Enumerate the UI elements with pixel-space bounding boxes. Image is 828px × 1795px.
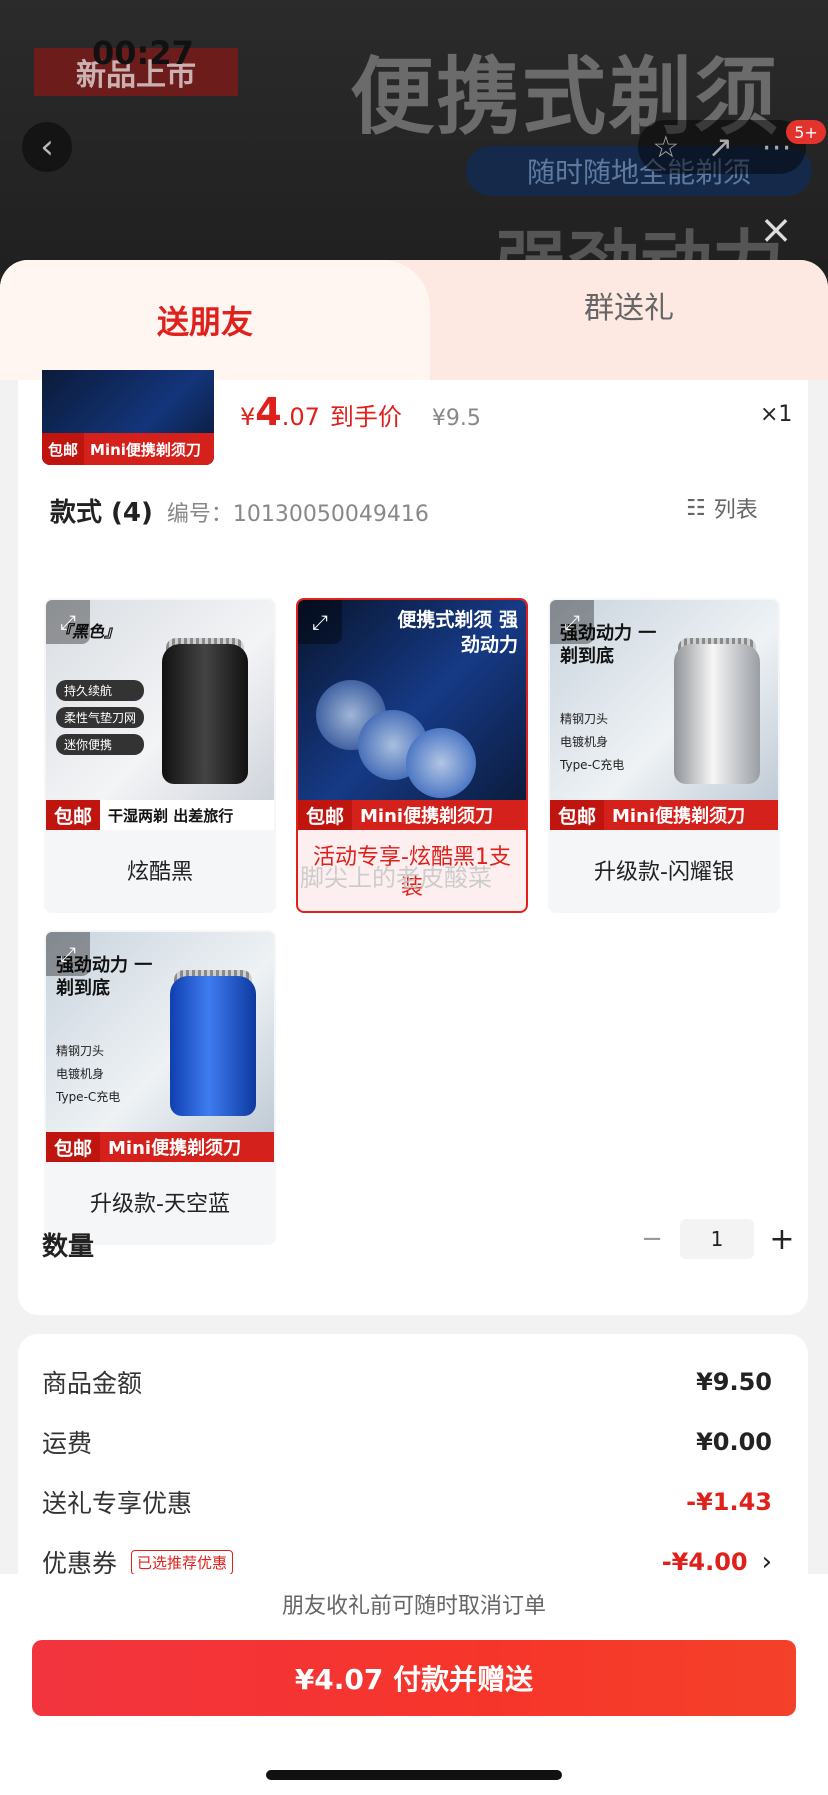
variant-strip: 包邮 Mini便携剃须刀 — [298, 800, 526, 830]
coupon-value-wrap: -¥4.00 › — [662, 1547, 772, 1577]
price-line: ¥ 4 .07 到手价 ¥9.5 — [240, 390, 481, 440]
shaver-body — [162, 644, 248, 784]
chevron-right-icon[interactable]: › — [762, 1547, 772, 1577]
thumbnail-strip-text: Mini便携剃须刀 — [90, 440, 201, 459]
feature-tag: 柔性气垫刀网 — [56, 707, 145, 728]
free-shipping-label: 包邮 — [298, 800, 353, 830]
price-currency: ¥ — [240, 403, 256, 431]
quantity-label: 数量 — [42, 1232, 95, 1262]
goods-amount-label: 商品金额 — [42, 1369, 143, 1398]
variant-strip-text: Mini便携剃须刀 — [108, 1138, 242, 1159]
nav-actions: ☆ ↗ ⋯ — [638, 120, 806, 174]
shaver-head — [406, 728, 476, 798]
feature-tag: 电镀机身 — [560, 735, 609, 749]
variant-strip-text: Mini便携剃须刀 — [612, 806, 746, 827]
variant-image: 强劲动力 一剃到底 精钢刀头 电镀机身 Type-C充电 ⤢ 包邮 Mini便携… — [550, 600, 778, 830]
variant-image: 『黑色』 持久续航 柔性气垫刀网 迷你便携 ⤢ 包邮 干湿两剃 出差旅行 — [46, 600, 274, 830]
tab-send-friend[interactable]: 送朋友 — [0, 260, 430, 380]
feature-tag: 精钢刀头 — [56, 1044, 105, 1058]
star-icon[interactable]: ☆ — [652, 130, 679, 165]
style-title: 款式 (4) — [50, 498, 153, 528]
thumbnail-strip: 包邮 Mini便携剃须刀 — [42, 433, 214, 465]
product-thumbnail: 包邮 Mini便携剃须刀 — [42, 370, 214, 465]
watermark: 脚尖上的老皮酸菜 — [300, 864, 492, 892]
coupon-tag: 已选推荐优惠 — [131, 1549, 234, 1575]
style-header: 款式 (4) 编号：10130050049416 — [50, 492, 429, 529]
variant-name: 升级款-闪耀银 — [594, 859, 734, 885]
coupon-value: -¥4.00 — [661, 1548, 748, 1576]
variant-name: 炫酷黑 — [126, 859, 193, 885]
free-shipping-label: 包邮 — [46, 1132, 101, 1162]
variant-option[interactable]: 强劲动力 一剃到底 精钢刀头 电镀机身 Type-C充电 ⤢ 包邮 Mini便携… — [548, 598, 780, 913]
shipping-value: ¥0.00 — [696, 1428, 772, 1456]
variant-strip: 包邮 Mini便携剃须刀 — [46, 1132, 274, 1162]
variant-strip: 包邮 干湿两剃 出差旅行 — [46, 800, 274, 830]
variant-feature-tags: 持久续航 柔性气垫刀网 迷你便携 — [56, 680, 145, 761]
status-time: 00:27 — [92, 34, 194, 72]
variant-feature-tags: 精钢刀头 电镀机身 Type-C充电 — [56, 1042, 120, 1111]
quantity-row: 数量 − 1 + — [42, 1218, 795, 1268]
variant-option[interactable]: 『黑色』 持久续航 柔性气垫刀网 迷你便携 ⤢ 包邮 干湿两剃 出差旅行 炫酷黑 — [44, 598, 276, 913]
variant-promo: 便携式剃须 强劲动力 — [397, 609, 518, 656]
variant-strip-text: Mini便携剃须刀 — [360, 806, 494, 827]
feature-tag: 持久续航 — [56, 680, 145, 701]
expand-icon[interactable]: ⤢ — [298, 600, 342, 644]
gift-sheet: 送朋友 群送礼 包邮 Mini便携剃须刀 ¥ 4 .07 到手价 ¥9.5 ×1… — [0, 260, 828, 1795]
variant-option[interactable]: 强劲动力 一剃到底 精钢刀头 电镀机身 Type-C充电 ⤢ 包邮 Mini便携… — [44, 930, 276, 1245]
quantity-value[interactable]: 1 — [680, 1219, 754, 1259]
goods-amount-value: ¥9.50 — [696, 1368, 772, 1396]
feature-tag: 精钢刀头 — [560, 712, 609, 726]
pay-and-gift-button[interactable]: ¥4.07 付款并赠送 — [32, 1640, 796, 1716]
close-icon[interactable]: × — [756, 210, 796, 250]
expand-icon[interactable]: ⤢ — [46, 600, 90, 644]
summary-gift-discount-row: 送礼专享优惠 -¥1.43 — [42, 1482, 772, 1522]
feature-tag: 电镀机身 — [56, 1067, 105, 1081]
message-badge: 5+ — [786, 120, 826, 144]
shipping-label: 运费 — [42, 1429, 93, 1458]
gift-discount-label: 送礼专享优惠 — [42, 1489, 193, 1518]
increase-button[interactable]: + — [762, 1222, 802, 1257]
expand-icon[interactable]: ⤢ — [550, 600, 594, 644]
list-view-toggle[interactable]: ☷ 列表 — [686, 492, 758, 524]
cancel-note: 朋友收礼前可随时取消订单 — [281, 1594, 546, 1619]
back-button[interactable]: ‹ — [22, 122, 72, 172]
shaver-body — [674, 644, 760, 784]
original-price: ¥9.5 — [431, 406, 481, 431]
tab-group-gift[interactable]: 群送礼 — [430, 260, 828, 350]
quantity-stepper: − 1 + — [632, 1218, 802, 1260]
tab-bar: 送朋友 群送礼 — [0, 260, 828, 380]
variant-image: 强劲动力 一剃到底 精钢刀头 电镀机身 Type-C充电 ⤢ 包邮 Mini便携… — [46, 932, 274, 1162]
free-shipping-label: 包邮 — [550, 800, 605, 830]
chevron-left-icon: ‹ — [40, 127, 54, 167]
variant-image: 便携式剃须 强劲动力 ⤢ 包邮 Mini便携剃须刀 — [298, 600, 526, 830]
home-indicator[interactable] — [266, 1770, 562, 1780]
quantity-mark: ×1 — [760, 402, 793, 427]
list-icon: ☷ — [686, 495, 706, 521]
free-shipping-label: 包邮 — [46, 800, 101, 830]
shaver-body — [170, 976, 256, 1116]
expand-icon[interactable]: ⤢ — [46, 932, 90, 976]
price-label: 到手价 — [329, 403, 402, 431]
summary-shipping-row: 运费 ¥0.00 — [42, 1422, 772, 1462]
feature-tag: Type-C充电 — [560, 758, 625, 772]
variant-strip-text: 干湿两剃 出差旅行 — [100, 800, 274, 830]
summary-goods-row: 商品金额 ¥9.50 — [42, 1362, 772, 1402]
feature-tag: Type-C充电 — [56, 1090, 121, 1104]
product-code: 编号：10130050049416 — [166, 502, 429, 527]
product-card: 包邮 Mini便携剃须刀 ¥ 4 .07 到手价 ¥9.5 ×1 款式 (4) … — [18, 370, 808, 1315]
free-shipping-label: 包邮 — [42, 433, 85, 465]
price-decimal: .07 — [281, 403, 320, 431]
price-integer: 4 — [255, 390, 282, 434]
list-label: 列表 — [713, 498, 758, 523]
variant-strip: 包邮 Mini便携剃须刀 — [550, 800, 778, 830]
bottom-bar: 朋友收礼前可随时取消订单 ¥4.07 付款并赠送 — [0, 1574, 828, 1795]
variant-feature-tags: 精钢刀头 电镀机身 Type-C充电 — [560, 710, 624, 779]
share-icon[interactable]: ↗ — [708, 130, 733, 165]
gift-discount-value: -¥1.43 — [686, 1488, 772, 1516]
feature-tag: 迷你便携 — [56, 734, 145, 755]
decrease-button[interactable]: − — [632, 1224, 672, 1254]
